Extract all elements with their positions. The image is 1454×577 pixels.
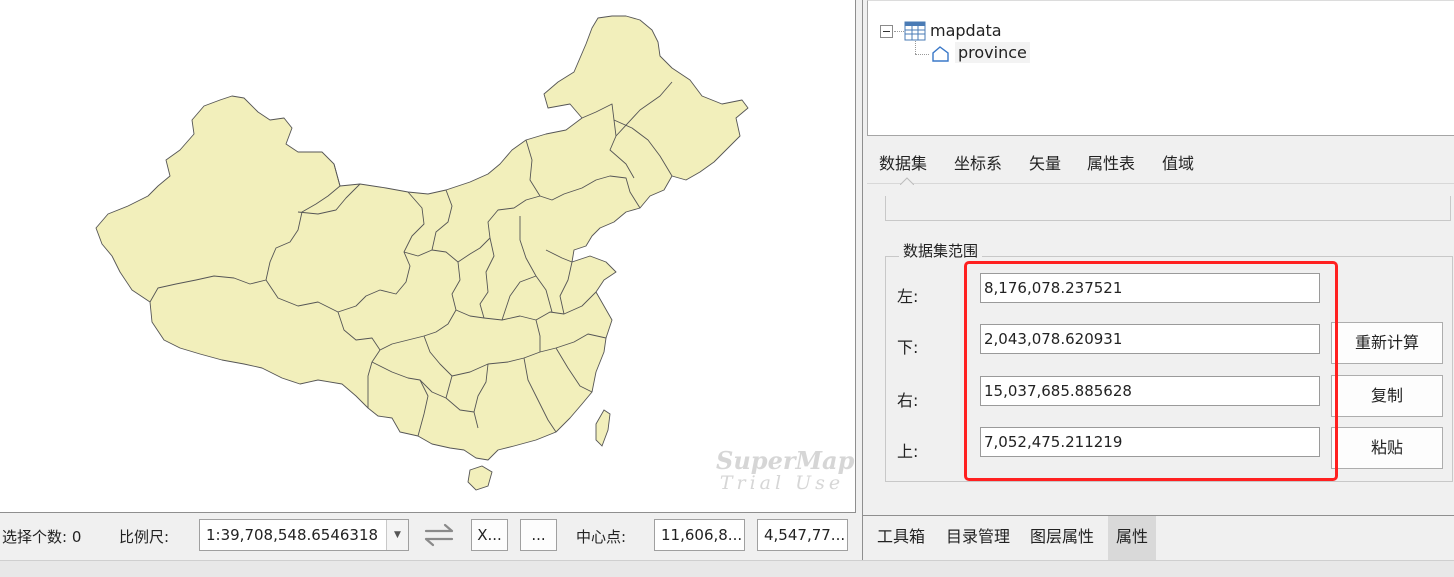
supermap-watermark: SuperMap Trial Use (716, 446, 855, 495)
map-view[interactable]: SuperMap Trial Use (0, 0, 856, 513)
chevron-down-icon[interactable]: ▼ (386, 520, 408, 550)
scale-value: 1:39,708,548.6546318 (206, 526, 379, 544)
tab-coordinate-system[interactable]: 坐标系 (954, 150, 1002, 174)
tab-attribute-table[interactable]: 属性表 (1087, 150, 1135, 174)
properties-panel: mapdata province 数据集 坐标系 矢量 属性表 值域 数据集范围… (862, 0, 1454, 560)
left-label: 左: (897, 287, 919, 306)
workspace-tree[interactable]: mapdata province (867, 0, 1454, 136)
china-province-map[interactable] (0, 0, 856, 513)
country-outline (95, 15, 749, 461)
selection-count: 选择个数: 0 (2, 528, 82, 546)
bottom-label: 下: (897, 338, 919, 357)
datasource-label[interactable]: mapdata (930, 21, 1002, 40)
hainan-shape (467, 465, 493, 491)
center-label: 中心点: (576, 528, 627, 546)
tab-value-domain[interactable]: 值域 (1162, 150, 1194, 174)
taiwan-shape (595, 409, 611, 447)
tab-properties[interactable]: 属性 (1108, 516, 1157, 560)
right-label: 右: (897, 391, 919, 410)
swap-arrows-icon[interactable] (422, 523, 456, 547)
tab-catalog[interactable]: 目录管理 (938, 516, 1018, 560)
range-group-title: 数据集范围 (899, 240, 983, 261)
left-value-field[interactable]: 8,176,078.237521 (980, 273, 1320, 303)
window-bottom-strip (0, 560, 1454, 577)
watermark-line2: Trial Use (719, 472, 845, 494)
active-tab-indicator (900, 177, 914, 185)
watermark-line1: SuperMap (716, 446, 855, 475)
more-button[interactable]: ... (520, 519, 557, 551)
property-tabs: 数据集 坐标系 矢量 属性表 值域 (867, 144, 1454, 185)
tab-vector[interactable]: 矢量 (1029, 150, 1061, 174)
dataset-label[interactable]: province (955, 42, 1030, 63)
tab-toolbox[interactable]: 工具箱 (869, 516, 933, 560)
right-value-field[interactable]: 15,037,685.885628 (980, 376, 1320, 406)
recalculate-button[interactable]: 重新计算 (1331, 322, 1443, 364)
paste-button[interactable]: 粘贴 (1331, 427, 1443, 469)
database-icon (904, 21, 926, 41)
status-bar: 选择个数: 0 比例尺: 1:39,708,548.6546318 ▼ X...… (0, 514, 857, 560)
dataset-info-box (885, 196, 1451, 221)
panel-tabs: 工具箱 目录管理 图层属性 属性 (863, 515, 1454, 560)
top-value-field[interactable]: 7,052,475.211219 (980, 427, 1320, 457)
collapse-icon[interactable] (880, 25, 893, 38)
region-dataset-icon (932, 46, 949, 62)
tab-layer-properties[interactable]: 图层属性 (1022, 516, 1102, 560)
center-y-field[interactable]: 4,547,77... (757, 519, 848, 551)
copy-button[interactable]: 复制 (1331, 375, 1443, 417)
tab-dataset[interactable]: 数据集 (879, 150, 927, 174)
top-label: 上: (897, 442, 919, 461)
center-x-field[interactable]: 11,606,8... (654, 519, 745, 551)
coord-x-button[interactable]: X... (471, 519, 508, 551)
scale-combobox[interactable]: 1:39,708,548.6546318 ▼ (199, 519, 409, 551)
scale-label: 比例尺: (119, 528, 170, 546)
bottom-value-field[interactable]: 2,043,078.620931 (980, 324, 1320, 354)
